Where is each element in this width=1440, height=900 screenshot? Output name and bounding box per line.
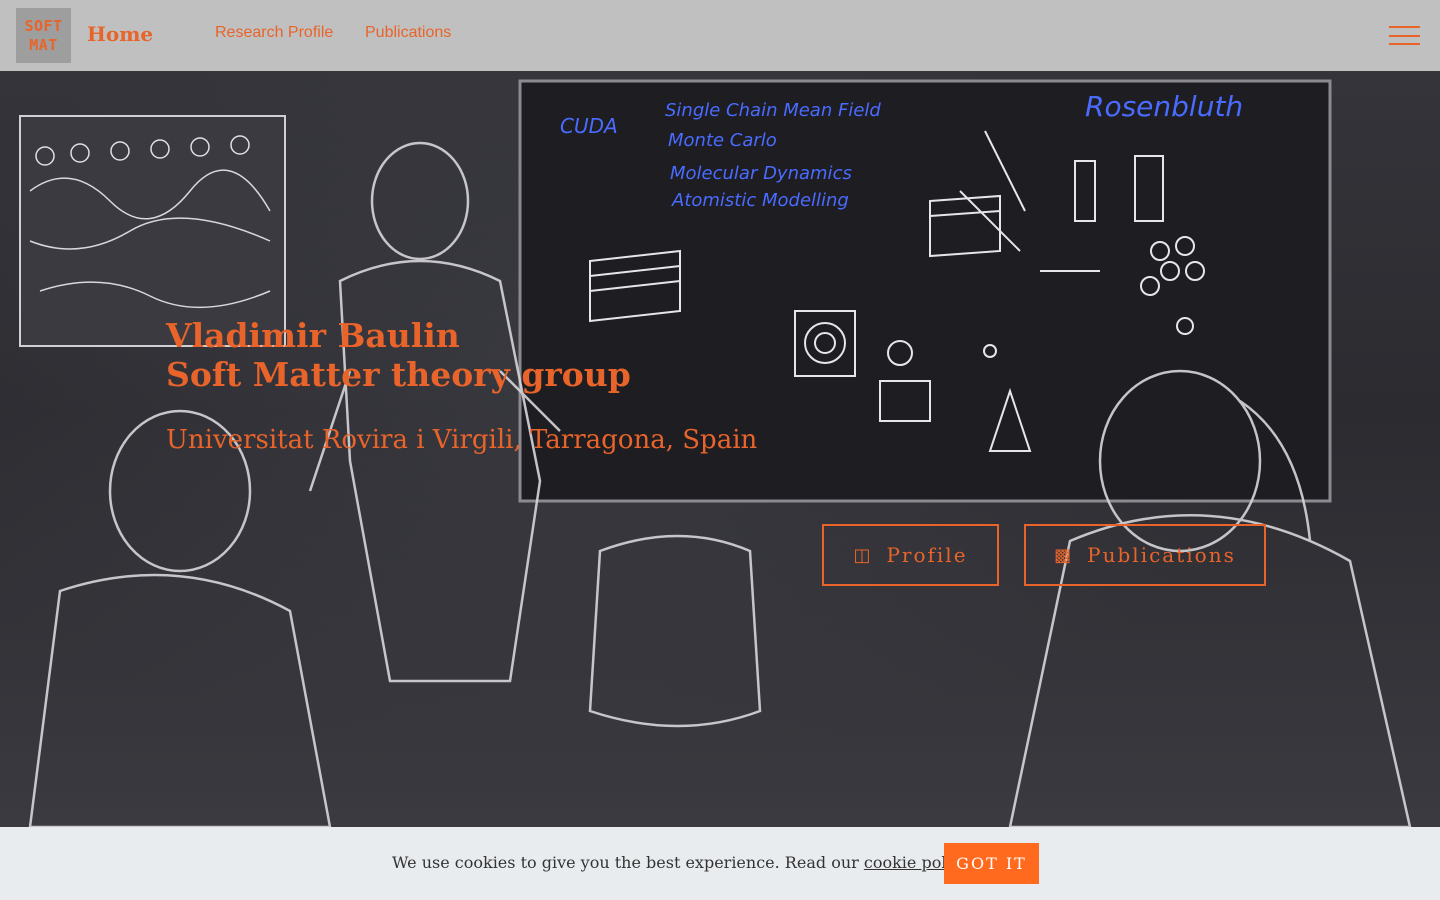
- book-icon: ▩: [1054, 544, 1074, 566]
- svg-text:Single Chain Mean Field: Single Chain Mean Field: [665, 100, 881, 121]
- hero-title-block: Vladimir Baulin Soft Matter theory group: [166, 316, 631, 394]
- home-link[interactable]: Home: [87, 22, 153, 46]
- publications-button-label: Publications: [1087, 543, 1236, 567]
- svg-text:Molecular Dynamics: Molecular Dynamics: [670, 163, 852, 184]
- logo-line-2: MAT: [29, 35, 58, 54]
- softmat-logo[interactable]: SOFT MAT: [16, 8, 71, 63]
- book-open-icon: ◫: [853, 544, 873, 566]
- nav-research-profile[interactable]: Research Profile: [215, 24, 333, 42]
- hero-section: CUDA Single Chain Mean Field Monte Carlo…: [0, 71, 1440, 827]
- top-navbar: SOFT MAT Home Research Profile Publicati…: [0, 0, 1440, 71]
- svg-text:CUDA: CUDA: [560, 114, 618, 138]
- affiliation: Universitat Rovira i Virgili, Tarragona,…: [166, 425, 758, 455]
- profile-button-label: Profile: [886, 543, 968, 567]
- svg-text:Rosenbluth: Rosenbluth: [1085, 90, 1243, 123]
- cookie-text: We use cookies to give you the best expe…: [392, 853, 859, 872]
- svg-text:Atomistic Modelling: Atomistic Modelling: [671, 190, 849, 211]
- svg-text:Monte Carlo: Monte Carlo: [668, 130, 777, 151]
- publications-button[interactable]: ▩ Publications: [1024, 524, 1266, 586]
- cookie-message: We use cookies to give you the best expe…: [392, 853, 973, 872]
- logo-line-1: SOFT: [24, 16, 63, 35]
- group-name: Soft Matter theory group: [166, 355, 631, 394]
- got-it-button[interactable]: GOT IT: [944, 843, 1039, 884]
- researcher-name: Vladimir Baulin: [166, 316, 460, 355]
- nav-publications[interactable]: Publications: [365, 24, 451, 42]
- profile-button[interactable]: ◫ Profile: [822, 524, 999, 586]
- cookie-banner: We use cookies to give you the best expe…: [0, 827, 1440, 900]
- hamburger-menu-icon[interactable]: [1389, 26, 1420, 45]
